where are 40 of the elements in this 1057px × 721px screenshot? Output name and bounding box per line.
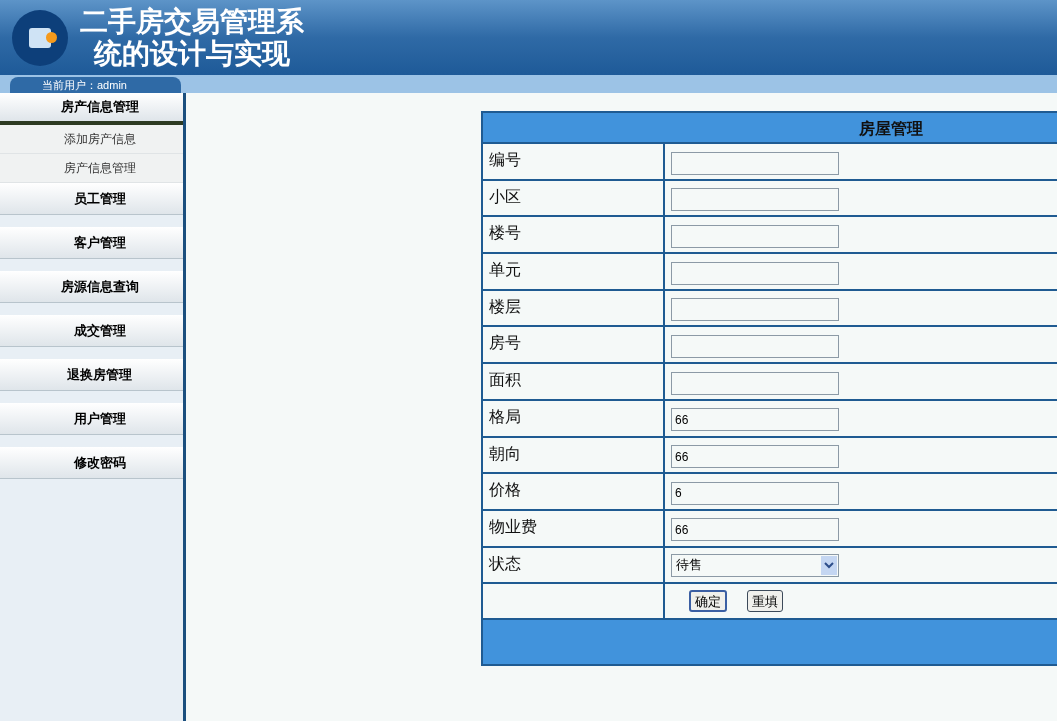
submenu-link[interactable]: 房产信息管理 <box>0 154 183 183</box>
text-input[interactable]: 6 <box>671 481 839 505</box>
field-label: 楼号 <box>483 217 665 253</box>
submenu-link[interactable]: 添加房产信息 <box>0 125 183 154</box>
system-title: 二手房交易管理系 <box>80 5 304 38</box>
field-label: 朝向 <box>483 437 665 473</box>
text-input[interactable] <box>671 298 839 322</box>
field-label: 编号 <box>483 144 665 179</box>
field-label: 状态 <box>483 547 665 583</box>
menu-header[interactable]: 客户管理 <box>0 227 183 259</box>
status-select[interactable]: 待售 <box>671 553 839 577</box>
field-label: 楼层 <box>483 290 665 326</box>
text-input[interactable] <box>671 371 839 395</box>
system-title: 统的设计与实现 <box>92 37 291 70</box>
menu-header[interactable]: 修改密码 <box>0 447 183 479</box>
menu-header[interactable]: 员工管理 <box>0 183 183 215</box>
confirm-button[interactable]: 确定 <box>689 590 727 613</box>
text-input[interactable] <box>671 151 839 175</box>
text-input[interactable] <box>671 188 839 212</box>
text-input[interactable]: 66 <box>671 408 839 432</box>
field-label: 单元 <box>483 254 665 289</box>
field-label: 小区 <box>483 180 665 216</box>
field-label: 房号 <box>483 327 665 363</box>
menu-header[interactable]: 成交管理 <box>0 315 183 347</box>
menu-header[interactable]: 房源信息查询 <box>0 271 183 303</box>
menu-header[interactable]: 房产信息管理 <box>0 93 183 125</box>
table-title: 房屋管理 <box>483 113 1057 144</box>
field-label: 面积 <box>483 364 665 399</box>
text-input[interactable] <box>671 261 839 285</box>
text-input[interactable]: 66 <box>671 518 839 542</box>
menu-header[interactable]: 用户管理 <box>0 403 183 435</box>
text-input[interactable] <box>671 224 839 248</box>
menu-header[interactable]: 退换房管理 <box>0 359 183 391</box>
text-input[interactable] <box>671 334 839 358</box>
current-user-label: 当前用户：admin <box>10 77 181 93</box>
reset-button[interactable]: 重填 <box>747 590 783 613</box>
field-label: 物业费 <box>483 510 665 546</box>
text-input[interactable]: 66 <box>671 445 839 468</box>
field-label: 价格 <box>483 474 665 509</box>
field-label: 格局 <box>483 400 665 436</box>
